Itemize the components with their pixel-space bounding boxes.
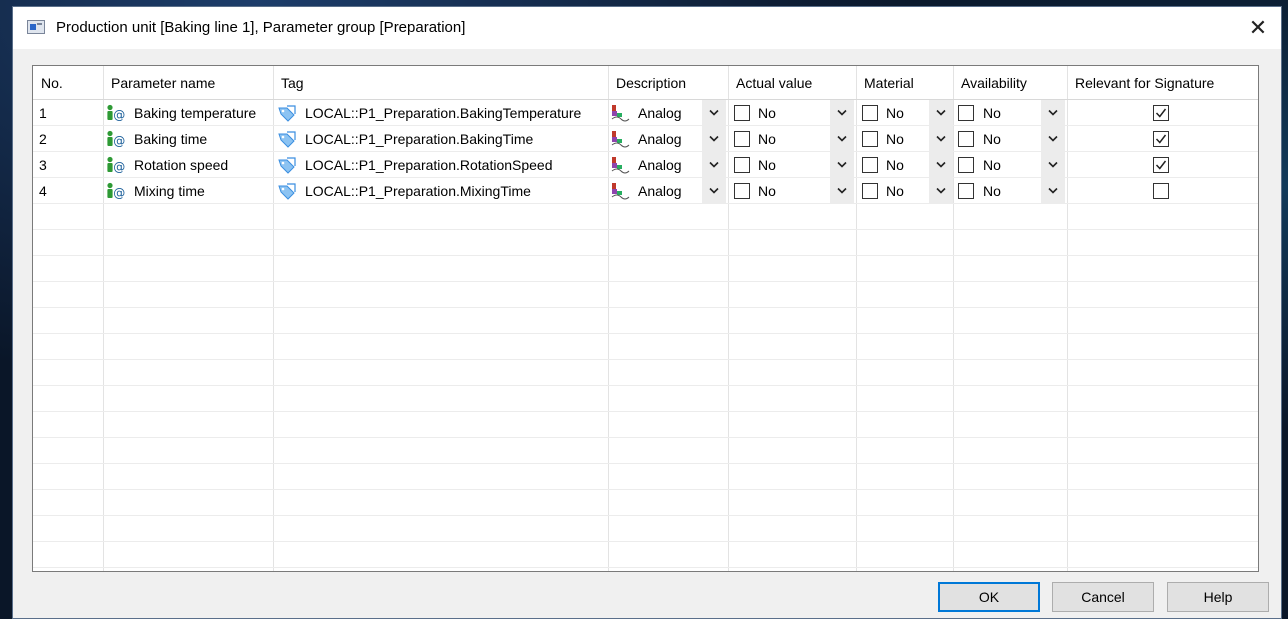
parameter-group-dialog: Production unit [Baking line 1], Paramet… [12, 6, 1282, 619]
material-select[interactable]: No [886, 100, 904, 126]
ok-button[interactable]: OK [938, 582, 1040, 612]
svg-text:@: @ [113, 134, 125, 148]
material-select[interactable]: No [886, 152, 904, 178]
chevron-down-icon[interactable] [830, 178, 854, 204]
chevron-down-icon[interactable] [702, 152, 726, 178]
tag-icon [277, 182, 297, 203]
header-col-availability[interactable]: Availability [953, 66, 1067, 100]
description-select[interactable]: Analog [638, 126, 682, 152]
relevant-for-signature-checkbox[interactable] [1153, 183, 1169, 199]
material-checkbox[interactable] [862, 157, 878, 173]
material-checkbox[interactable] [862, 105, 878, 121]
relevant-for-signature-checkbox[interactable] [1153, 157, 1169, 173]
tag-icon [277, 156, 297, 177]
parameter-name[interactable]: Baking time [134, 126, 207, 152]
chevron-down-icon[interactable] [702, 100, 726, 126]
material-checkbox[interactable] [862, 183, 878, 199]
row-number: 1 [39, 105, 47, 121]
availability-select[interactable]: No [983, 100, 1001, 126]
analog-icon [610, 130, 630, 151]
header-col-material[interactable]: Material [856, 66, 953, 100]
parameter-icon: @ [106, 130, 126, 151]
chevron-down-icon[interactable] [830, 126, 854, 152]
relevant-for-signature-checkbox[interactable] [1153, 131, 1169, 147]
actual-value-checkbox[interactable] [734, 105, 750, 121]
chevron-down-icon[interactable] [929, 100, 953, 126]
chevron-down-icon[interactable] [929, 152, 953, 178]
availability-select[interactable]: No [983, 178, 1001, 204]
svg-text:@: @ [113, 108, 125, 122]
availability-select[interactable]: No [983, 126, 1001, 152]
tag-value[interactable]: LOCAL::P1_Preparation.MixingTime [305, 178, 531, 204]
chevron-down-icon[interactable] [1041, 126, 1065, 152]
header-col-parameter-name[interactable]: Parameter name [103, 66, 273, 100]
chevron-down-icon[interactable] [1041, 152, 1065, 178]
tag-value[interactable]: LOCAL::P1_Preparation.BakingTemperature [305, 100, 581, 126]
table-row[interactable]: 2 @ Baking time LOCAL::P1_Preparation.Bakin… [33, 126, 1258, 152]
actual-value-select[interactable]: No [758, 178, 776, 204]
chevron-down-icon[interactable] [929, 126, 953, 152]
header-col-tag[interactable]: Tag [273, 66, 608, 100]
relevant-for-signature-checkbox[interactable] [1153, 105, 1169, 121]
description-select[interactable]: Analog [638, 152, 682, 178]
svg-text:@: @ [113, 160, 125, 174]
chevron-down-icon[interactable] [1041, 100, 1065, 126]
actual-value-select[interactable]: No [758, 100, 776, 126]
availability-checkbox[interactable] [958, 105, 974, 121]
parameter-icon: @ [106, 104, 126, 125]
description-select[interactable]: Analog [638, 100, 682, 126]
availability-select[interactable]: No [983, 152, 1001, 178]
analog-icon [610, 104, 630, 125]
tag-icon [277, 104, 297, 125]
header-col-actual-value[interactable]: Actual value [728, 66, 856, 100]
parameter-name[interactable]: Mixing time [134, 178, 205, 204]
tag-value[interactable]: LOCAL::P1_Preparation.BakingTime [305, 126, 533, 152]
actual-value-select[interactable]: No [758, 152, 776, 178]
material-select[interactable]: No [886, 126, 904, 152]
parameter-icon: @ [106, 182, 126, 203]
table-row[interactable]: 3 @ Rotation speed LOCAL::P1_Preparation.Ro… [33, 152, 1258, 178]
window-icon [27, 20, 45, 34]
analog-icon [610, 182, 630, 203]
description-select[interactable]: Analog [638, 178, 682, 204]
actual-value-checkbox[interactable] [734, 131, 750, 147]
chevron-down-icon[interactable] [929, 178, 953, 204]
table-row[interactable]: 4 @ Mixing time LOCAL::P1_Preparation.Mixin… [33, 178, 1258, 204]
parameter-name[interactable]: Rotation speed [134, 152, 228, 178]
parameter-icon: @ [106, 156, 126, 177]
chevron-down-icon[interactable] [1041, 178, 1065, 204]
close-button[interactable]: ✕ [1243, 13, 1273, 43]
help-button[interactable]: Help [1167, 582, 1269, 612]
parameter-name[interactable]: Baking temperature [134, 100, 256, 126]
window-title: Production unit [Baking line 1], Paramet… [56, 19, 466, 36]
chevron-down-icon[interactable] [702, 178, 726, 204]
parameter-table: No. Parameter name Tag Description Actual va… [32, 65, 1259, 572]
row-number: 2 [39, 131, 47, 147]
actual-value-checkbox[interactable] [734, 183, 750, 199]
header-col-relevant-for-signature[interactable]: Relevant for Signature [1067, 66, 1258, 100]
row-number: 4 [39, 183, 47, 199]
availability-checkbox[interactable] [958, 157, 974, 173]
chevron-down-icon[interactable] [830, 152, 854, 178]
chevron-down-icon[interactable] [702, 126, 726, 152]
svg-text:@: @ [113, 186, 125, 200]
actual-value-checkbox[interactable] [734, 157, 750, 173]
row-number: 3 [39, 157, 47, 173]
actual-value-select[interactable]: No [758, 126, 776, 152]
analog-icon [610, 156, 630, 177]
material-select[interactable]: No [886, 178, 904, 204]
title-bar: Production unit [Baking line 1], Paramet… [13, 7, 1281, 49]
tag-icon [277, 130, 297, 151]
cancel-button[interactable]: Cancel [1052, 582, 1154, 612]
table-row[interactable]: 1 @ Baking temperature LOCAL::P1_Preparatio… [33, 100, 1258, 126]
tag-value[interactable]: LOCAL::P1_Preparation.RotationSpeed [305, 152, 553, 178]
availability-checkbox[interactable] [958, 131, 974, 147]
header-col-no[interactable]: No. [33, 66, 103, 100]
header-col-description[interactable]: Description [608, 66, 728, 100]
material-checkbox[interactable] [862, 131, 878, 147]
availability-checkbox[interactable] [958, 183, 974, 199]
chevron-down-icon[interactable] [830, 100, 854, 126]
